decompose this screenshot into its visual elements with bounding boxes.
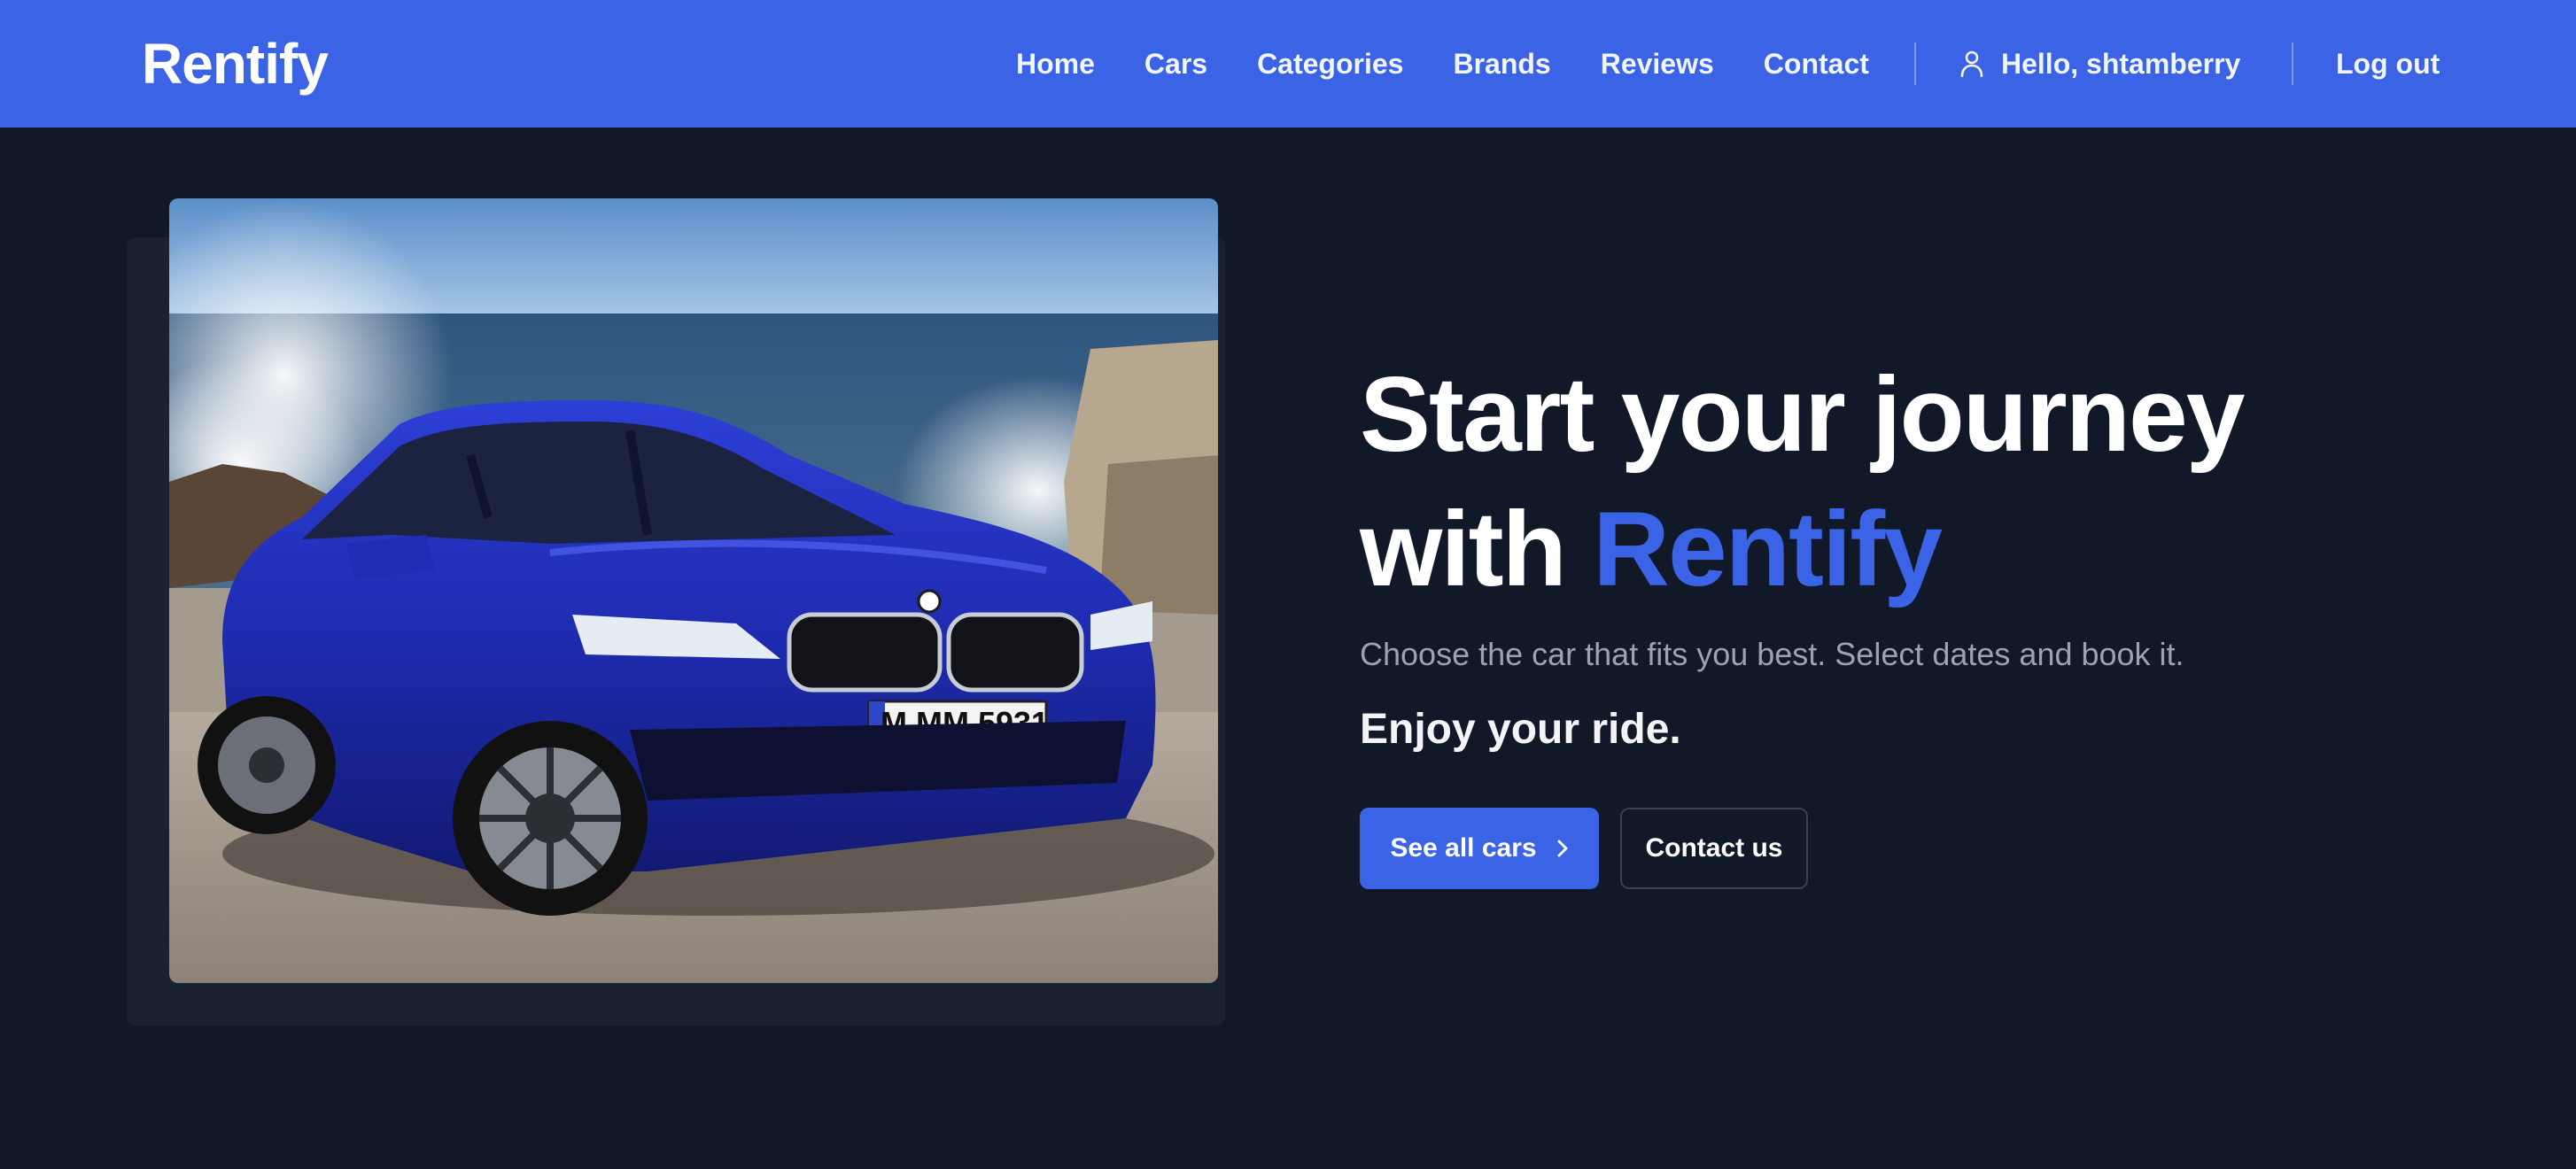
brand-logo[interactable]: Rentify xyxy=(142,30,329,97)
contact-us-button[interactable]: Contact us xyxy=(1620,808,1808,889)
user-menu[interactable]: Hello, shtamberry xyxy=(1960,0,2240,128)
headline-prefix: with xyxy=(1360,490,1567,608)
nav-link-home[interactable]: Home xyxy=(1016,48,1095,81)
hero-subtitle: Choose the car that fits you best. Selec… xyxy=(1360,636,2184,672)
headline-line1: Start your journey xyxy=(1360,355,2246,474)
nav-divider xyxy=(2292,43,2293,85)
see-all-cars-button[interactable]: See all cars xyxy=(1360,808,1599,889)
hero-headline: Start your journey with Rentify xyxy=(1360,347,2246,616)
hero-car-image: M MM 5931 xyxy=(169,198,1218,983)
nav-link-cars[interactable]: Cars xyxy=(1144,48,1207,81)
nav-link-reviews[interactable]: Reviews xyxy=(1601,48,1714,81)
user-greeting: Hello, shtamberry xyxy=(2001,47,2241,80)
nav-link-contact[interactable]: Contact xyxy=(1764,48,1869,81)
see-all-cars-label: See all cars xyxy=(1390,833,1537,863)
logout-link[interactable]: Log out xyxy=(2336,0,2440,128)
user-icon xyxy=(1960,50,1983,77)
nav-link-categories[interactable]: Categories xyxy=(1257,48,1403,81)
nav-link-brands[interactable]: Brands xyxy=(1453,48,1550,81)
main-nav: Home Cars Categories Brands Reviews Cont… xyxy=(1016,0,1869,128)
chevron-right-icon xyxy=(1556,839,1569,858)
top-navbar: Rentify Home Cars Categories Brands Revi… xyxy=(0,0,2576,128)
hero-tagline: Enjoy your ride. xyxy=(1360,706,1681,753)
nav-divider xyxy=(1914,43,1916,85)
headline-brand-accent: Rentify xyxy=(1593,490,1943,608)
